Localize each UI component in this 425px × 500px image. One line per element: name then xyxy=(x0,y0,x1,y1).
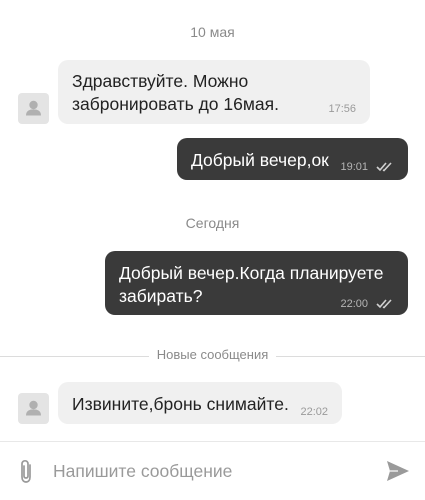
message-time: 19:01 xyxy=(340,161,368,173)
message-text: Добрый вечер,ок xyxy=(191,150,329,170)
message-input[interactable] xyxy=(53,461,353,482)
message-row-incoming: Здравствуйте. Можно забронировать до 16м… xyxy=(0,60,425,124)
message-time: 22:00 xyxy=(340,298,368,310)
message-bubble-outgoing[interactable]: Добрый вечер,ок 19:01 xyxy=(177,138,408,180)
message-time: 22:02 xyxy=(300,406,328,418)
paperclip-icon[interactable] xyxy=(17,459,37,490)
send-icon[interactable] xyxy=(385,459,411,488)
message-bubble-outgoing[interactable]: Добрый вечер.Когда планируете забирать? … xyxy=(105,251,408,315)
date-separator: 10 мая xyxy=(190,24,235,40)
chat-history: 10 мая Здравствуйте. Можно забронировать… xyxy=(0,0,425,441)
new-messages-divider: Новые сообщения xyxy=(0,347,425,365)
message-row-incoming: Извините,бронь снимайте. 22:02 xyxy=(0,382,425,424)
double-check-icon xyxy=(376,292,394,315)
message-text: Добрый вечер.Когда планируете xyxy=(119,263,384,283)
message-text: Извините,бронь снимайте. xyxy=(72,394,289,414)
new-messages-label: Новые сообщения xyxy=(148,347,277,362)
double-check-icon xyxy=(376,155,394,178)
date-separator: Сегодня xyxy=(185,215,240,231)
message-time: 17:56 xyxy=(328,103,356,115)
message-bubble[interactable]: Извините,бронь снимайте. 22:02 xyxy=(58,382,342,424)
user-placeholder-icon xyxy=(26,100,41,116)
message-text: Здравствуйте. Можно xyxy=(72,71,249,91)
message-bubble[interactable]: Здравствуйте. Можно забронировать до 16м… xyxy=(58,60,370,124)
avatar[interactable] xyxy=(18,393,49,424)
user-placeholder-icon xyxy=(26,400,41,416)
message-text: забронировать до 16мая. xyxy=(72,94,279,114)
avatar[interactable] xyxy=(18,93,49,124)
message-composer xyxy=(0,441,425,500)
